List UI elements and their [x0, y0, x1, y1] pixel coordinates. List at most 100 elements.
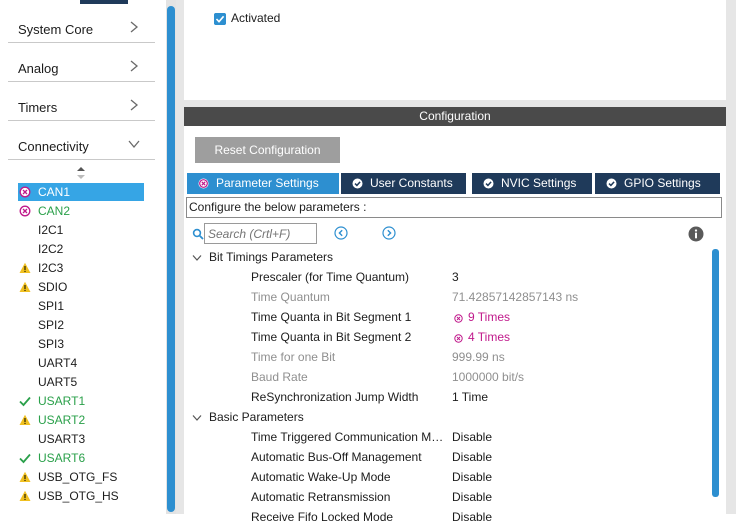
sort-arrows-icon[interactable]: [76, 166, 86, 180]
param-name: Time for one Bit: [251, 350, 336, 364]
search-input[interactable]: [204, 223, 317, 244]
param-group[interactable]: Basic Parameters: [190, 408, 690, 428]
peripheral-item-usart2[interactable]: USART2: [18, 411, 144, 429]
peripheral-item-can1[interactable]: CAN1: [18, 183, 144, 201]
param-row[interactable]: Prescaler (for Time Quantum) 3: [184, 268, 709, 288]
tab-label: GPIO Settings: [624, 176, 701, 190]
sidebar-scrollbar[interactable]: [166, 0, 176, 514]
peripheral-item-usb_otg_fs[interactable]: USB_OTG_FS: [18, 468, 144, 486]
peripheral-item-usb_otg_hs[interactable]: USB_OTG_HS: [18, 487, 144, 505]
peripheral-item-spi1[interactable]: SPI1: [18, 297, 144, 315]
category-connectivity[interactable]: Connectivity: [8, 127, 155, 160]
param-group-label: Basic Parameters: [209, 410, 304, 424]
tab-parameter-settings[interactable]: Parameter Settings: [187, 173, 339, 194]
peripheral-label: USB_OTG_FS: [38, 470, 118, 484]
peripheral-item-uart5[interactable]: UART5: [18, 373, 144, 391]
peripheral-label: SPI3: [38, 337, 65, 351]
param-group-label: Bit Timings Parameters: [209, 250, 334, 264]
param-name: Receive Fifo Locked Mode: [251, 510, 394, 524]
peripheral-item-i2c2[interactable]: I2C2: [18, 240, 144, 258]
param-row[interactable]: ReSynchronization Jump Width 1 Time: [184, 388, 709, 408]
category-sidebar: System Core Analog Timers Connectivity C…: [0, 0, 166, 514]
tab-nvic-settings[interactable]: NVIC Settings: [472, 173, 592, 194]
error-circle-icon: [454, 314, 463, 323]
parameter-scrollbar[interactable]: [711, 247, 720, 517]
tab-gpio-settings[interactable]: GPIO Settings: [595, 173, 720, 194]
peripheral-item-i2c1[interactable]: I2C1: [18, 221, 144, 239]
error-circle-icon: [19, 205, 31, 217]
tab-user-constants[interactable]: User Constants: [341, 173, 466, 194]
param-row[interactable]: Automatic Retransmission Disable: [184, 488, 709, 508]
chevron-right-icon: [130, 60, 139, 72]
check-icon: [19, 453, 31, 464]
param-row[interactable]: Automatic Bus-Off Management Disable: [184, 448, 709, 468]
peripheral-label: UART4: [38, 356, 78, 370]
peripheral-label: I2C1: [38, 223, 64, 237]
category-system-core[interactable]: System Core: [8, 10, 155, 43]
reset-configuration-button[interactable]: Reset Configuration: [195, 137, 340, 163]
peripheral-item-spi3[interactable]: SPI3: [18, 335, 144, 353]
param-value: Disable: [452, 450, 493, 464]
category-timers[interactable]: Timers: [8, 88, 155, 121]
peripheral-item-uart4[interactable]: UART4: [18, 354, 144, 372]
category-label: Connectivity: [18, 139, 89, 154]
param-name: Time Quanta in Bit Segment 1: [251, 310, 412, 324]
param-value: 999.99 ns: [452, 350, 505, 364]
peripheral-label: CAN1: [38, 185, 71, 199]
param-name: ReSynchronization Jump Width: [251, 390, 419, 404]
param-value: Disable: [452, 510, 493, 524]
sidebar-scrollbar-thumb[interactable]: [167, 6, 175, 512]
peripheral-item-can2[interactable]: CAN2: [18, 202, 144, 220]
mode-panel: Activated: [184, 0, 726, 100]
chevron-down-icon: [192, 415, 202, 421]
param-value: 1 Time: [452, 390, 489, 404]
param-row[interactable]: Time Quanta in Bit Segment 1 9 Times: [184, 308, 709, 328]
warning-icon: [19, 262, 31, 273]
warning-icon: [19, 414, 31, 425]
next-result-icon[interactable]: [382, 226, 396, 240]
sidebar-top-strip: [80, 0, 128, 4]
peripheral-label: I2C2: [38, 242, 64, 256]
chevron-down-icon: [192, 255, 202, 261]
peripheral-item-usart6[interactable]: USART6: [18, 449, 144, 467]
param-name: Time Triggered Communication Mode: [251, 430, 446, 444]
configuration-panel: Configuration Reset Configuration Parame…: [184, 107, 726, 524]
peripheral-label: USART6: [38, 451, 86, 465]
main-area: Activated Configuration Reset Configurat…: [176, 0, 736, 524]
parameter-scrollbar-thumb[interactable]: [712, 249, 719, 497]
warning-icon: [19, 281, 31, 292]
chevron-right-icon: [130, 99, 139, 111]
param-row[interactable]: Time Quanta in Bit Segment 2 4 Times: [184, 328, 709, 348]
peripheral-label: SPI1: [38, 299, 65, 313]
info-icon[interactable]: [688, 226, 704, 242]
warning-icon: [19, 490, 31, 501]
peripheral-item-usart3[interactable]: USART3: [18, 430, 144, 448]
peripheral-label: USB_OTG_HS: [38, 489, 119, 503]
activated-checkbox[interactable]: [214, 13, 226, 25]
warning-icon: [19, 471, 31, 482]
param-row[interactable]: Automatic Wake-Up Mode Disable: [184, 468, 709, 488]
category-analog[interactable]: Analog: [8, 49, 155, 82]
search-icon: [192, 228, 204, 240]
param-row[interactable]: Receive Fifo Locked Mode Disable: [184, 508, 709, 528]
param-value: 9 Times: [468, 310, 511, 324]
chevron-down-icon: [128, 140, 140, 149]
peripheral-label: USART1: [38, 394, 86, 408]
param-value: Disable: [452, 470, 493, 484]
tab-label: User Constants: [370, 176, 453, 190]
configuration-header: Configuration: [184, 107, 726, 126]
category-label: Timers: [18, 100, 58, 115]
peripheral-item-sdio[interactable]: SDIO: [18, 278, 144, 296]
activated-label: Activated: [231, 11, 281, 25]
peripheral-item-spi2[interactable]: SPI2: [18, 316, 144, 334]
peripheral-item-usart1[interactable]: USART1: [18, 392, 144, 410]
previous-result-icon[interactable]: [334, 226, 348, 240]
check-circle-icon: [483, 178, 494, 189]
param-row[interactable]: Time Triggered Communication Mode Disable: [184, 428, 709, 448]
peripheral-label: UART5: [38, 375, 78, 389]
param-value: 71.42857142857143 ns: [452, 290, 579, 304]
config-tabs: Parameter Settings User Constants NVIC S…: [187, 173, 720, 194]
param-group[interactable]: Bit Timings Parameters: [190, 248, 690, 268]
peripheral-item-i2c3[interactable]: I2C3: [18, 259, 144, 277]
param-name: Automatic Wake-Up Mode: [251, 470, 391, 484]
